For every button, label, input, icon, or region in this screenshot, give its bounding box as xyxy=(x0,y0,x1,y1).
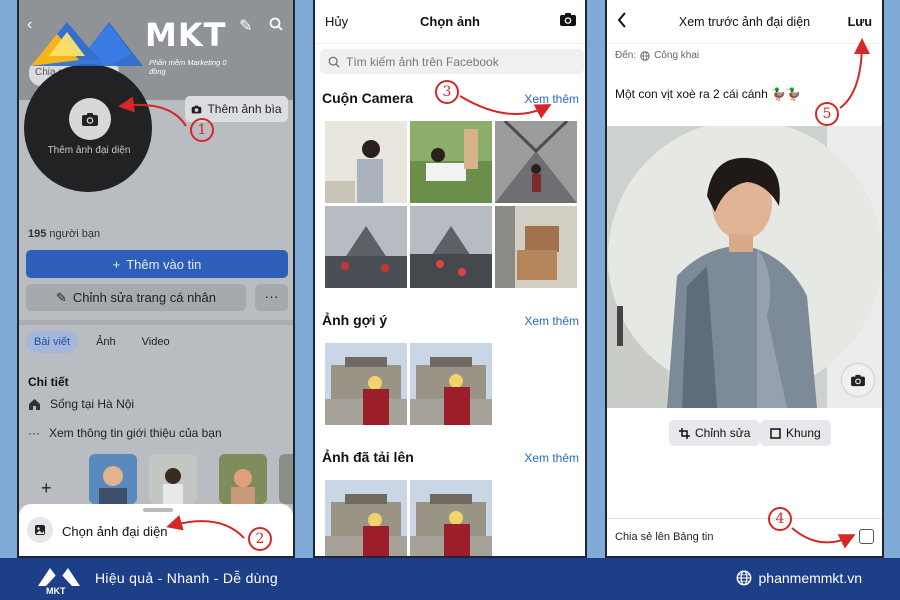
tab-posts[interactable]: Bài viết xyxy=(26,331,79,353)
photo-thumbnail[interactable] xyxy=(279,454,293,504)
audience-row[interactable]: Đến: Công khai xyxy=(615,50,699,61)
photo-tile[interactable] xyxy=(325,480,407,556)
save-button[interactable]: Lưu xyxy=(848,15,872,29)
photo-search-input[interactable]: Tìm kiếm ảnh trên Facebook xyxy=(320,49,584,74)
edit-photo-label: Chỉnh sửa xyxy=(695,426,751,440)
camera-icon[interactable] xyxy=(69,98,111,140)
footer-slogan: Hiệu quả - Nhanh - Dễ dùng xyxy=(95,570,278,586)
photo-thumbnails xyxy=(41,454,293,504)
step-badge-5: 5 xyxy=(815,102,839,126)
add-to-story-label: Thêm vào tin xyxy=(126,256,202,272)
photo-tile[interactable] xyxy=(410,206,492,288)
footer-website-label: phanmemmkt.vn xyxy=(758,570,862,586)
edit-profile-label: Chỉnh sửa trang cá nhân xyxy=(72,290,217,305)
preview-header: Xem trước ảnh đại diện Lưu xyxy=(607,0,882,44)
camera-icon xyxy=(192,105,202,113)
to-label: Đến: xyxy=(615,50,637,61)
photo-tile[interactable] xyxy=(495,206,577,288)
search-icon[interactable] xyxy=(269,17,283,35)
photo-tile[interactable] xyxy=(410,343,492,425)
see-more-uploaded[interactable]: Xem thêm xyxy=(524,451,579,465)
mkt-logo: MKT Phần mềm Marketing 0 đồng xyxy=(27,14,242,76)
footer-bar: MKT Hiệu quả - Nhanh - Dễ dùng phanmemmk… xyxy=(0,558,900,600)
edit-profile-button[interactable]: ✎ Chỉnh sửa trang cá nhân xyxy=(26,284,246,311)
step-badge-2: 2 xyxy=(248,527,272,551)
more-options-button[interactable]: ··· xyxy=(255,284,288,311)
frame-label: Khung xyxy=(786,426,821,440)
pencil-icon: ✎ xyxy=(55,289,67,305)
add-to-story-button[interactable]: + Thêm vào tin xyxy=(26,250,288,278)
profile-screen: ✎ ‹ Chia sẻ bài hát... Thêm ảnh đại diện… xyxy=(17,0,295,558)
section-title-camera-roll: Cuộn Camera xyxy=(322,90,414,106)
image-icon xyxy=(27,517,53,543)
frame-icon xyxy=(770,427,781,439)
photo-thumbnail[interactable] xyxy=(89,454,137,504)
photo-tile[interactable] xyxy=(495,121,577,203)
step-badge-3: 3 xyxy=(435,80,459,104)
section-title-suggested: Ảnh gợi ý xyxy=(322,312,388,328)
logo-text: MKT xyxy=(145,16,227,54)
friends-count: 195 người bạn xyxy=(28,228,100,240)
friends-number: 195 xyxy=(28,228,47,240)
avatar-preview-photo[interactable] xyxy=(607,126,882,408)
logo-subtitle: Phần mềm Marketing 0 đồng xyxy=(149,58,227,76)
step-badge-4: 4 xyxy=(768,507,792,531)
share-to-feed-label: Chia sẻ lên Bảng tin xyxy=(615,531,714,543)
preview-title: Xem trước ảnh đại diện xyxy=(678,15,811,29)
edit-photo-button[interactable]: Chỉnh sửa xyxy=(669,420,761,446)
photo-thumbnail[interactable] xyxy=(149,454,197,504)
details-heading: Chi tiết xyxy=(28,375,69,389)
search-icon xyxy=(328,56,340,68)
step-badge-1: 1 xyxy=(190,118,214,142)
share-to-feed-checkbox[interactable] xyxy=(859,529,874,544)
add-avatar-placeholder[interactable]: Thêm ảnh đại diện xyxy=(24,64,152,192)
photo-thumbnail[interactable] xyxy=(219,454,267,504)
photo-tile[interactable] xyxy=(325,121,407,203)
see-about-label: Xem thông tin giới thiệu của bạn xyxy=(49,426,222,440)
home-icon xyxy=(29,398,40,410)
avatar-preview-screen: Xem trước ảnh đại diện Lưu Đến: Công kha… xyxy=(605,0,884,558)
avatar-label: Thêm ảnh đại diện xyxy=(47,145,131,156)
photo-tile[interactable] xyxy=(410,480,492,556)
photo-tile[interactable] xyxy=(325,206,407,288)
see-more-suggested[interactable]: Xem thêm xyxy=(524,314,579,328)
photo-tile[interactable] xyxy=(410,121,492,203)
see-more-camera-roll[interactable]: Xem thêm xyxy=(524,92,579,106)
globe-icon xyxy=(640,50,650,61)
divider xyxy=(19,320,293,325)
footer-mkt-logo: MKT xyxy=(36,562,82,598)
choose-avatar-option[interactable]: Chọn ảnh đại diện xyxy=(62,524,168,539)
section-title-uploaded: Ảnh đã tải lên xyxy=(322,449,414,465)
ellipsis-icon: ··· xyxy=(28,426,40,440)
camera-icon[interactable] xyxy=(842,364,874,396)
footer-logo-text: MKT xyxy=(46,586,66,596)
see-about-row[interactable]: ··· Xem thông tin giới thiệu của bạn xyxy=(28,426,222,440)
lives-in-city[interactable]: Hà Nội xyxy=(97,397,134,411)
footer-website[interactable]: phanmemmkt.vn xyxy=(736,570,862,586)
add-cover-label: Thêm ảnh bìa xyxy=(207,102,282,116)
picker-title: Chọn ảnh xyxy=(420,14,480,29)
search-placeholder: Tìm kiếm ảnh trên Facebook xyxy=(346,54,499,69)
friends-label: người bạn xyxy=(49,228,101,240)
camera-icon[interactable] xyxy=(559,12,577,32)
tab-photos[interactable]: Ảnh xyxy=(88,331,124,353)
caption-text[interactable]: Một con vịt xoè ra 2 cái cánh 🦆🦆 xyxy=(615,87,801,101)
lives-in-row: Sống tại Hà Nội xyxy=(28,397,134,411)
lives-in-prefix: Sống tại xyxy=(50,397,95,411)
photo-tile[interactable] xyxy=(325,343,407,425)
plus-icon: + xyxy=(112,256,121,272)
globe-icon xyxy=(736,570,751,586)
picker-header: Hủy Chọn ảnh xyxy=(315,0,585,44)
profile-tabs: Bài viết Ảnh Video xyxy=(26,331,178,353)
tab-videos[interactable]: Video xyxy=(134,331,178,353)
audience-label: Công khai xyxy=(654,50,700,61)
frame-button[interactable]: Khung xyxy=(760,420,831,446)
crop-icon xyxy=(679,427,690,439)
share-to-feed-row: Chia sẻ lên Bảng tin xyxy=(607,518,882,556)
sheet-handle[interactable] xyxy=(143,508,173,512)
